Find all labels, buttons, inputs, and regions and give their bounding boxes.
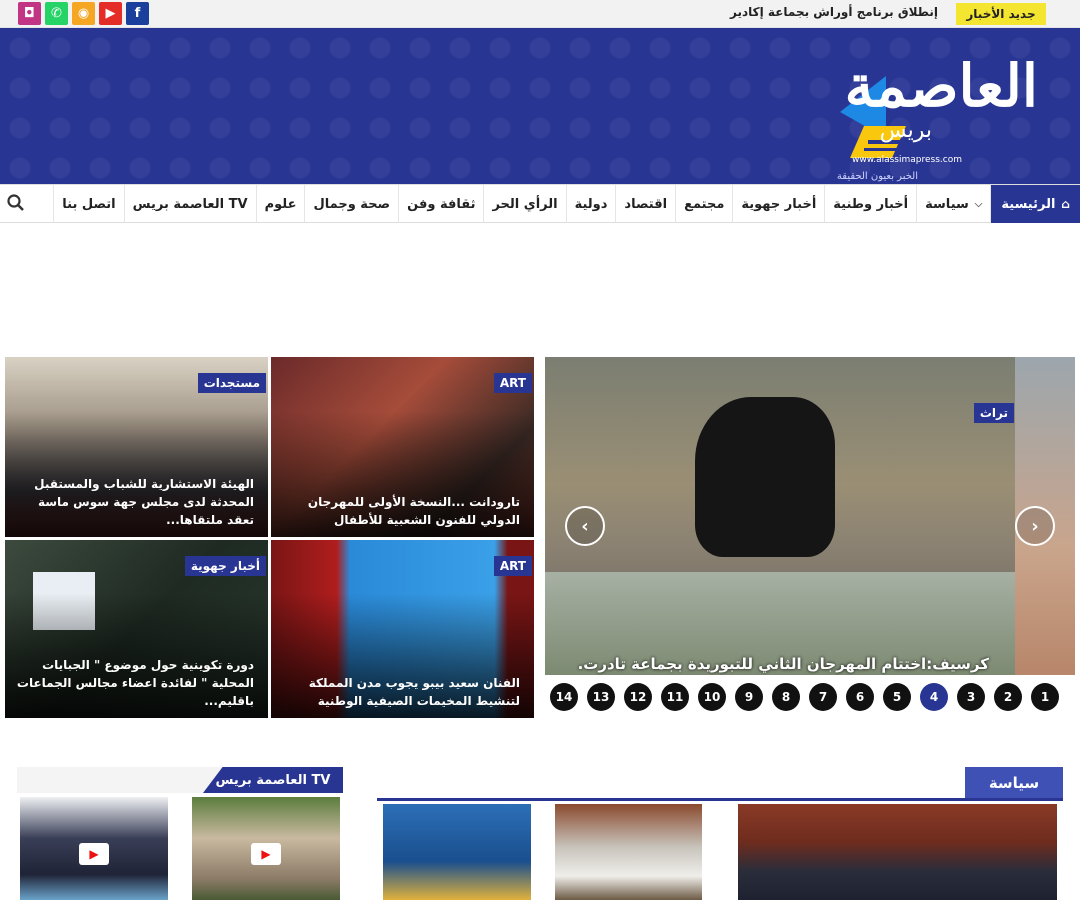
pager-dot[interactable]: 6 <box>846 683 874 711</box>
slide-title[interactable]: كرسيف:اختتام المهرجان الثاني للتبوريدة ب… <box>578 655 989 673</box>
post-category[interactable]: ART <box>493 556 532 576</box>
politics-section-title[interactable]: سياسة <box>965 767 1063 798</box>
social-links: ◘ ✆ ◉ ▶ f <box>18 2 149 25</box>
nav-items: الرئيسية ⌂ سياسة ⌵ أخبار وطنية أخبار جهو… <box>53 185 1080 223</box>
post-tile[interactable]: ART الفنان سعيد بيبو يجوب مدن المملكة لت… <box>271 540 534 718</box>
breaking-news-label: جديد الأخبار <box>956 3 1046 25</box>
top-bar: ◘ ✆ ◉ ▶ f إنطلاق برنامج أوراش بجماعة إكا… <box>0 0 1080 28</box>
pager-dot[interactable]: 8 <box>772 683 800 711</box>
pager-dot[interactable]: 14 <box>550 683 578 711</box>
video-thumb[interactable]: ▶ <box>192 797 340 900</box>
tv-section-header: العاصمة بريس TV <box>17 767 343 793</box>
chevron-left-icon: ‹ <box>581 515 589 537</box>
post-title[interactable]: الفنان سعيد بيبو يجوب مدن المملكة لتنشيط… <box>281 674 520 710</box>
pager-dot[interactable]: 11 <box>661 683 689 711</box>
facebook-icon[interactable]: f <box>126 2 149 25</box>
nav-item-home[interactable]: الرئيسية ⌂ <box>990 185 1080 223</box>
post-tile[interactable]: مستجدات الهيئة الاستشارية للشباب والمستق… <box>5 357 268 537</box>
post-title[interactable]: دورة تكوينية حول موضوع " الجبايات المحلي… <box>15 656 254 710</box>
pager-dot[interactable]: 1 <box>1031 683 1059 711</box>
pager-dot-active[interactable]: 4 <box>920 683 948 711</box>
post-title[interactable]: الهيئة الاستشارية للشباب والمستقبل المحد… <box>15 475 254 529</box>
nav-item-regional[interactable]: أخبار جهوية <box>732 185 824 223</box>
logo-url: www.alassimapress.com <box>851 155 962 165</box>
pager-dot[interactable]: 12 <box>624 683 652 711</box>
slider-prev-button[interactable]: ‹ <box>565 506 605 546</box>
chevron-down-icon: ⌵ <box>974 198 983 210</box>
play-icon[interactable]: ▶ <box>79 843 109 865</box>
breaking-news-text[interactable]: إنطلاق برنامج أوراش بجماعة إكادير <box>730 5 938 19</box>
politics-post-image[interactable] <box>738 804 1057 900</box>
nav-item-economy[interactable]: اقتصاد <box>615 185 675 223</box>
chevron-right-icon: › <box>1031 515 1039 537</box>
play-icon[interactable]: ▶ <box>251 843 281 865</box>
post-category[interactable]: أخبار جهوية <box>184 556 266 576</box>
post-title[interactable]: تارودانت ...النسخة الأولى للمهرجان الدول… <box>281 493 520 529</box>
pager-dot[interactable]: 3 <box>957 683 985 711</box>
nav-item-national[interactable]: أخبار وطنية <box>824 185 916 223</box>
post-category[interactable]: ART <box>493 373 532 393</box>
nav-item-label: الرئيسية <box>1001 196 1056 212</box>
main-nav: الرئيسية ⌂ سياسة ⌵ أخبار وطنية أخبار جهو… <box>0 184 1080 223</box>
pager-dot[interactable]: 9 <box>735 683 763 711</box>
post-tile[interactable]: ART تارودانت ...النسخة الأولى للمهرجان ا… <box>271 357 534 537</box>
slider-next-button[interactable]: › <box>1015 506 1055 546</box>
slide-category[interactable]: تراث <box>973 403 1014 423</box>
instagram-icon[interactable]: ◘ <box>18 2 41 25</box>
logo-main-text: العاصمة <box>844 52 1038 120</box>
pager-dot[interactable]: 7 <box>809 683 837 711</box>
post-category[interactable]: مستجدات <box>197 373 266 393</box>
video-thumb[interactable]: ▶ <box>20 797 168 900</box>
tv-section-title[interactable]: العاصمة بريس TV <box>203 767 343 793</box>
pager-dot[interactable]: 10 <box>698 683 726 711</box>
logo-sub-text: بريس <box>879 118 932 143</box>
nav-item-contact[interactable]: اتصل بنا <box>53 185 123 223</box>
nav-item-health[interactable]: صحة وجمال <box>304 185 398 223</box>
youtube-icon[interactable]: ▶ <box>99 2 122 25</box>
politics-post-image[interactable] <box>383 804 531 900</box>
site-header: العاصمة بريس www.alassimapress.com الخبر… <box>0 28 1080 184</box>
pager-dot[interactable]: 2 <box>994 683 1022 711</box>
whatsapp-icon[interactable]: ✆ <box>45 2 68 25</box>
politics-section-header: سياسة <box>377 767 1063 801</box>
nav-item-international[interactable]: دولية <box>565 185 616 223</box>
home-icon: ⌂ <box>1061 197 1070 211</box>
slide-image[interactable] <box>545 357 1015 675</box>
nav-item-society[interactable]: مجتمع <box>675 185 732 223</box>
post-tile[interactable]: أخبار جهوية دورة تكوينية حول موضوع " الج… <box>5 540 268 718</box>
nav-item-politics[interactable]: سياسة ⌵ <box>916 185 990 223</box>
featured-slider[interactable]: تراث كرسيف:اختتام المهرجان الثاني للتبور… <box>545 357 1075 675</box>
nav-item-opinion[interactable]: الرأي الحر <box>483 185 565 223</box>
nav-item-science[interactable]: علوم <box>255 185 305 223</box>
politics-post-image[interactable] <box>555 804 702 900</box>
rss-icon[interactable]: ◉ <box>72 2 95 25</box>
horse-shape <box>695 397 835 557</box>
pager-dot[interactable]: 13 <box>587 683 615 711</box>
logo-tagline: الخبر بعيون الحقيقة <box>836 171 918 182</box>
search-icon[interactable] <box>6 193 26 213</box>
pager-dot[interactable]: 5 <box>883 683 911 711</box>
site-logo[interactable]: العاصمة بريس www.alassimapress.com الخبر… <box>768 34 1058 184</box>
nav-item-tv[interactable]: العاصمة بريس TV <box>123 185 256 223</box>
nav-item-label: سياسة <box>925 196 969 212</box>
nav-item-culture[interactable]: ثقافة وفن <box>398 185 483 223</box>
slider-pagination: 1 2 3 4 5 6 7 8 9 10 11 12 13 14 <box>549 683 1061 711</box>
